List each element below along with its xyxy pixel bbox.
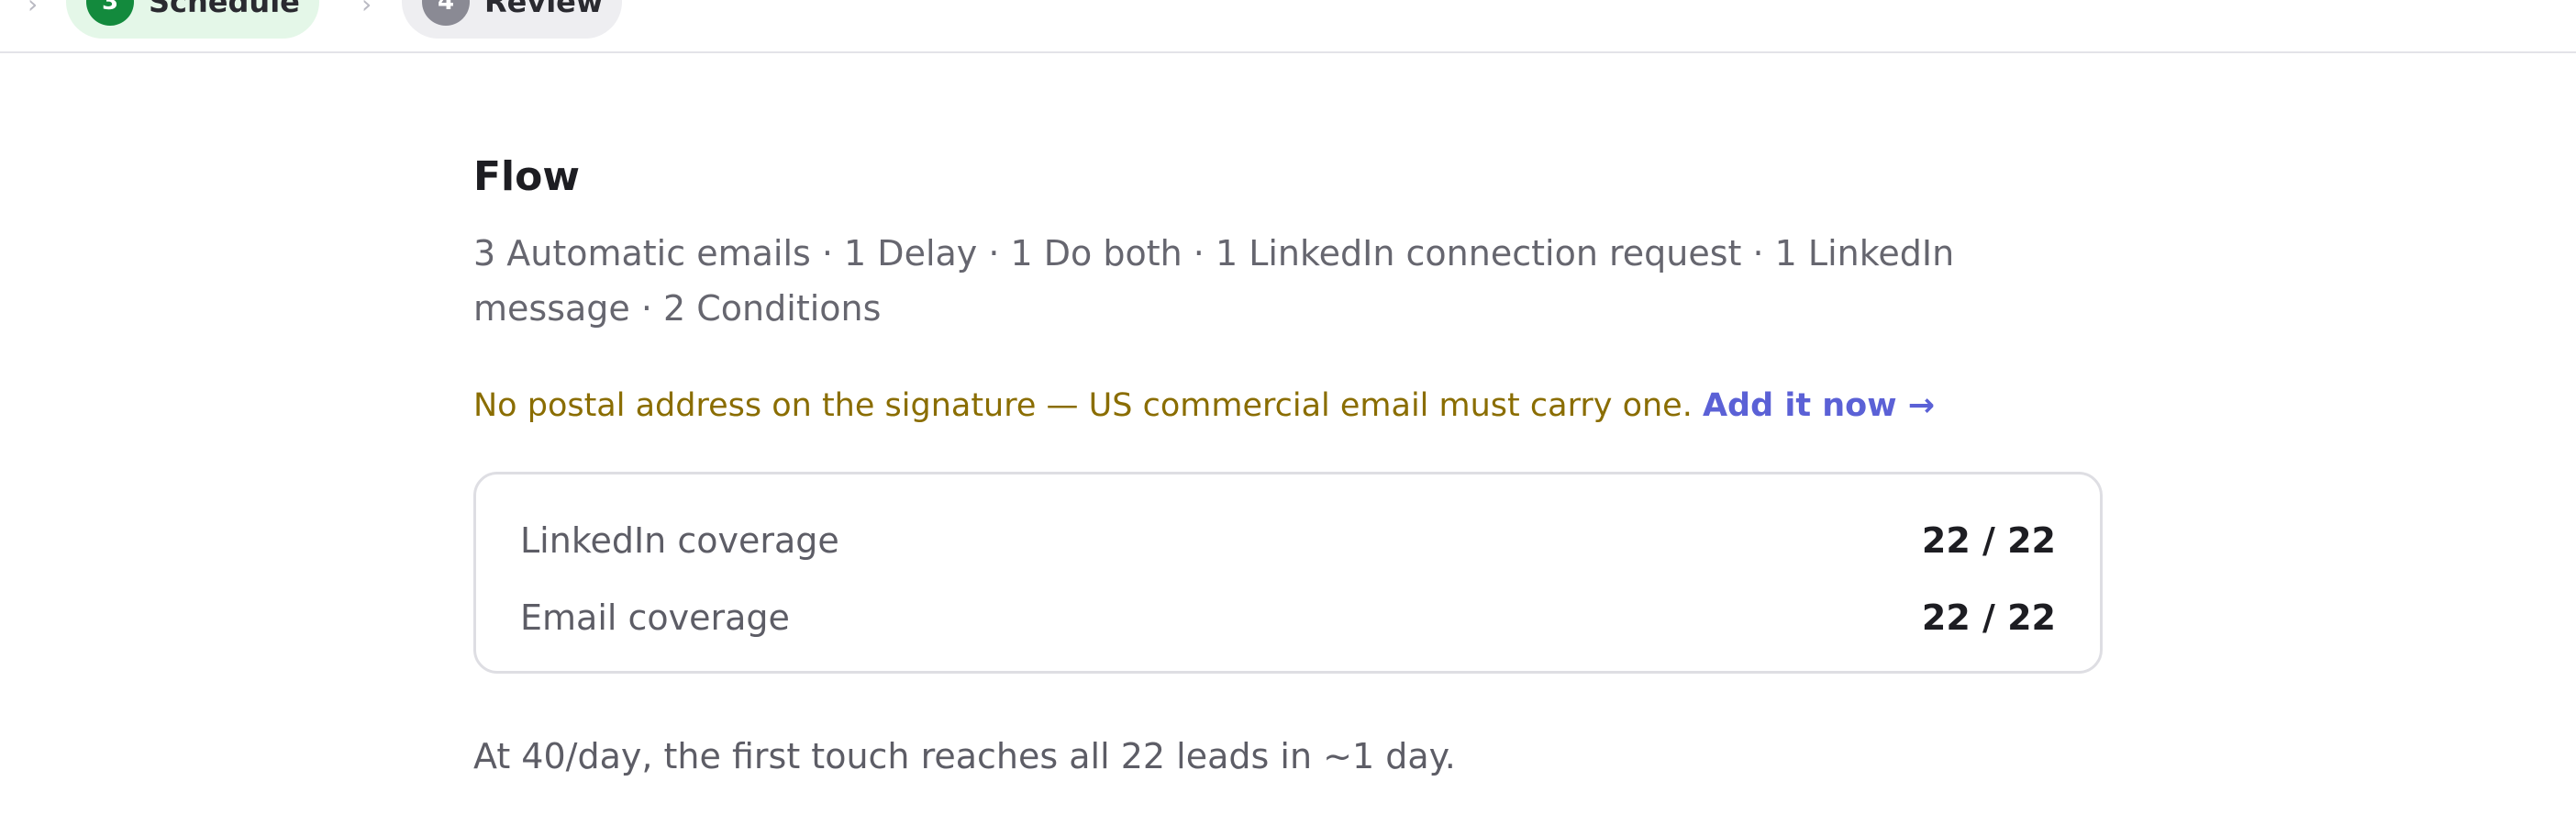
review-panel: Flow 3 Automatic emails · 1 Delay · 1 Do… [473,147,2103,784]
coverage-label: LinkedIn coverage [520,520,839,561]
coverage-label: Email coverage [520,597,790,638]
wizard-stepper: › 3 Schedule › 4 Review [0,0,2576,53]
coverage-row-linkedin: LinkedIn coverage 22 / 22 [520,502,2056,579]
step-schedule[interactable]: 3 Schedule [66,0,319,39]
flow-summary: 3 Automatic emails · 1 Delay · 1 Do both… [473,233,1955,329]
step-label: Review [484,0,604,19]
flow-title: Flow [473,153,581,200]
warning-text: No postal address on the signature — US … [473,387,1703,424]
coverage-card: LinkedIn coverage 22 / 22 Email coverage… [473,472,2103,674]
step-number-badge: 4 [422,0,470,26]
coverage-value: 22 / 22 [1921,597,2056,638]
coverage-row-email: Email coverage 22 / 22 [520,579,2056,656]
step-separator-icon: › [28,0,39,19]
step-label: Schedule [149,0,300,19]
step-separator-icon: › [361,0,372,19]
step-number-badge: 3 [86,0,134,26]
step-review[interactable]: 4 Review [402,0,622,39]
signature-warning: No postal address on the signature — US … [473,380,2103,431]
coverage-value: 22 / 22 [1921,520,2056,561]
send-rate-note: At 40/day, the first touch reaches all 2… [473,736,1456,776]
add-address-link[interactable]: Add it now → [1703,387,1935,424]
